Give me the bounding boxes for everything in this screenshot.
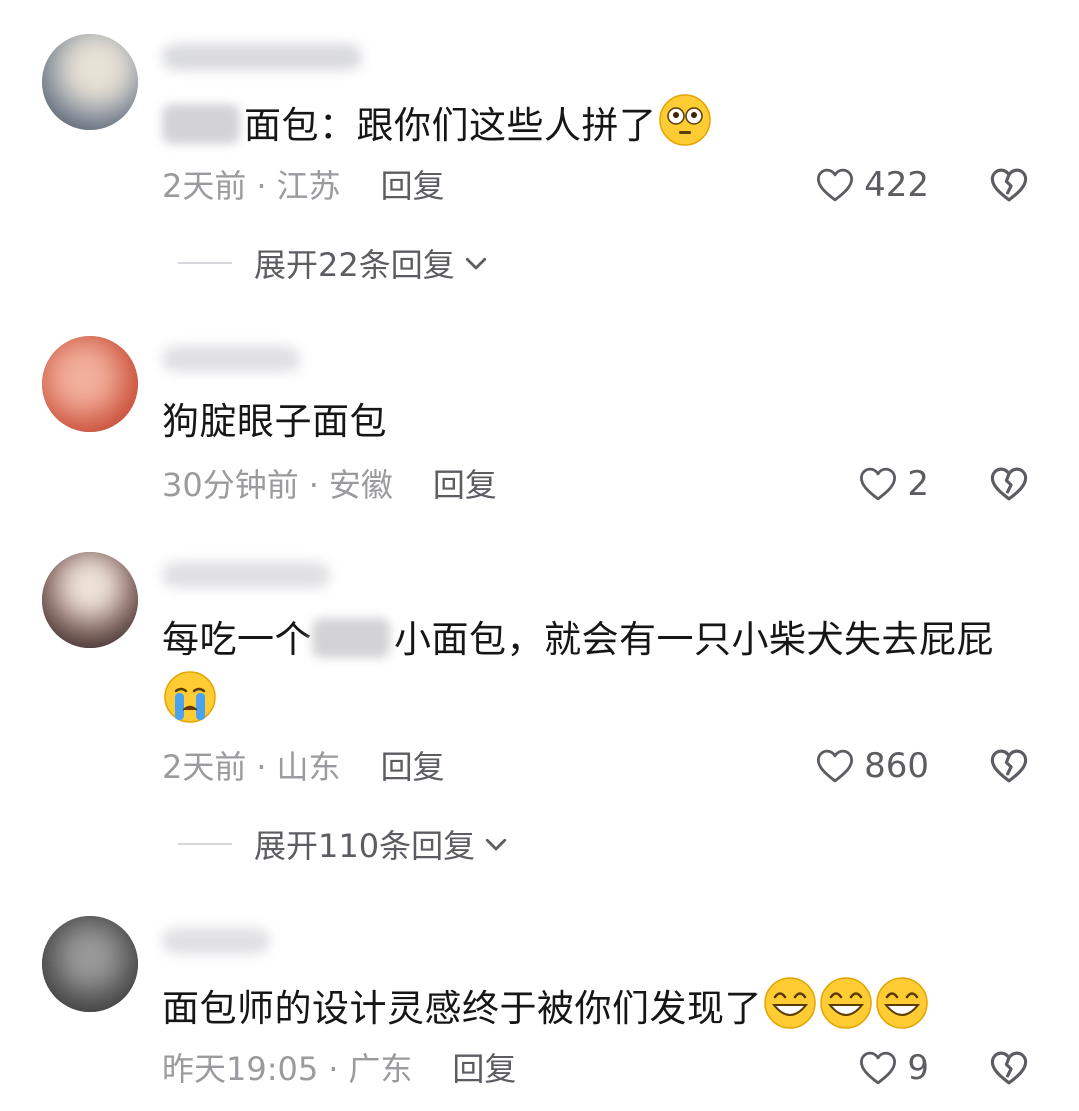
broken-heart-icon[interactable] bbox=[988, 745, 1030, 787]
comment-text-part: 面包师的设计灵感终于被你们发现了 bbox=[162, 987, 762, 1030]
reply-button[interactable]: 回复 bbox=[381, 748, 445, 786]
like-button[interactable]: 860 bbox=[814, 744, 929, 788]
comment-meta: 昨天19:05 · 广东 回复 bbox=[162, 1049, 516, 1089]
comment-text: 面包师的设计灵感终于被你们发现了 bbox=[162, 975, 1042, 1038]
broken-heart-icon[interactable] bbox=[988, 164, 1030, 206]
comment-text: 面包：跟你们这些人拼了 bbox=[162, 92, 1042, 155]
comment-text: 狗腚眼子面包 bbox=[162, 400, 387, 443]
divider bbox=[178, 843, 232, 845]
like-count: 422 bbox=[864, 165, 929, 205]
comment-text-part: 每吃一个 bbox=[162, 618, 312, 661]
comment-time: 2天前 bbox=[162, 167, 247, 205]
separator: · bbox=[328, 1050, 339, 1088]
grinning-face-icon bbox=[820, 977, 872, 1029]
comment-location: 安徽 bbox=[328, 466, 393, 504]
expand-replies-button[interactable]: 展开110条回复 bbox=[178, 822, 511, 866]
like-button[interactable]: 422 bbox=[814, 163, 929, 207]
reply-button[interactable]: 回复 bbox=[433, 466, 497, 504]
broken-heart-icon[interactable] bbox=[988, 463, 1030, 505]
comment-location: 山东 bbox=[276, 748, 341, 786]
avatar[interactable] bbox=[42, 552, 138, 648]
heart-icon bbox=[814, 745, 856, 787]
separator: · bbox=[256, 748, 267, 786]
comment-time: 2天前 bbox=[162, 748, 247, 786]
comment-location: 广东 bbox=[348, 1050, 413, 1088]
comment-meta: 30分钟前 · 安徽 回复 bbox=[162, 465, 497, 505]
crying-face-icon bbox=[164, 671, 216, 723]
avatar[interactable] bbox=[42, 34, 138, 130]
comment-time: 昨天19:05 bbox=[162, 1050, 319, 1088]
heart-icon bbox=[814, 164, 856, 206]
expand-replies-label: 展开110条回复 bbox=[254, 827, 476, 865]
avatar[interactable] bbox=[42, 336, 138, 432]
username[interactable] bbox=[162, 44, 362, 70]
comment-meta: 2天前 · 山东 回复 bbox=[162, 747, 445, 787]
heart-icon bbox=[857, 1047, 899, 1089]
comment-location: 江苏 bbox=[276, 167, 341, 205]
like-button[interactable]: 9 bbox=[857, 1046, 929, 1090]
like-count: 9 bbox=[907, 1048, 929, 1088]
redacted-text bbox=[162, 104, 240, 144]
expand-replies-label: 展开22条回复 bbox=[254, 246, 455, 284]
comment-text-part: 面包：跟你们这些人拼了 bbox=[244, 104, 657, 147]
heart-icon bbox=[857, 463, 899, 505]
reply-button[interactable]: 回复 bbox=[381, 167, 445, 205]
chevron-down-icon bbox=[461, 248, 491, 278]
divider bbox=[178, 262, 232, 264]
redacted-text bbox=[312, 618, 390, 658]
reply-button[interactable]: 回复 bbox=[452, 1050, 516, 1088]
broken-heart-icon[interactable] bbox=[988, 1047, 1030, 1089]
grinning-face-icon bbox=[876, 977, 928, 1029]
chevron-down-icon bbox=[481, 829, 511, 859]
flushed-face-icon bbox=[658, 94, 711, 146]
comment-text-part: 小面包，就会有一只小柴犬失去屁屁 bbox=[394, 618, 994, 661]
username[interactable] bbox=[162, 346, 300, 372]
separator: · bbox=[308, 466, 319, 504]
avatar[interactable] bbox=[42, 916, 138, 1012]
like-button[interactable]: 2 bbox=[857, 462, 929, 506]
like-count: 2 bbox=[907, 464, 929, 504]
expand-replies-button[interactable]: 展开22条回复 bbox=[178, 241, 491, 285]
separator: · bbox=[256, 167, 267, 205]
comment-time: 30分钟前 bbox=[162, 466, 299, 504]
grinning-face-icon bbox=[764, 977, 816, 1029]
comment-meta: 2天前 · 江苏 回复 bbox=[162, 166, 445, 206]
like-count: 860 bbox=[864, 746, 929, 786]
comment-text: 每吃一个 小面包，就会有一只小柴犬失去屁屁 bbox=[162, 611, 1042, 732]
comment-item: 面包：跟你们这些人拼了 2天前 · 江苏 回复 422 展开22条回复 bbox=[0, 0, 1079, 300]
username[interactable] bbox=[162, 562, 330, 588]
username[interactable] bbox=[162, 928, 270, 954]
